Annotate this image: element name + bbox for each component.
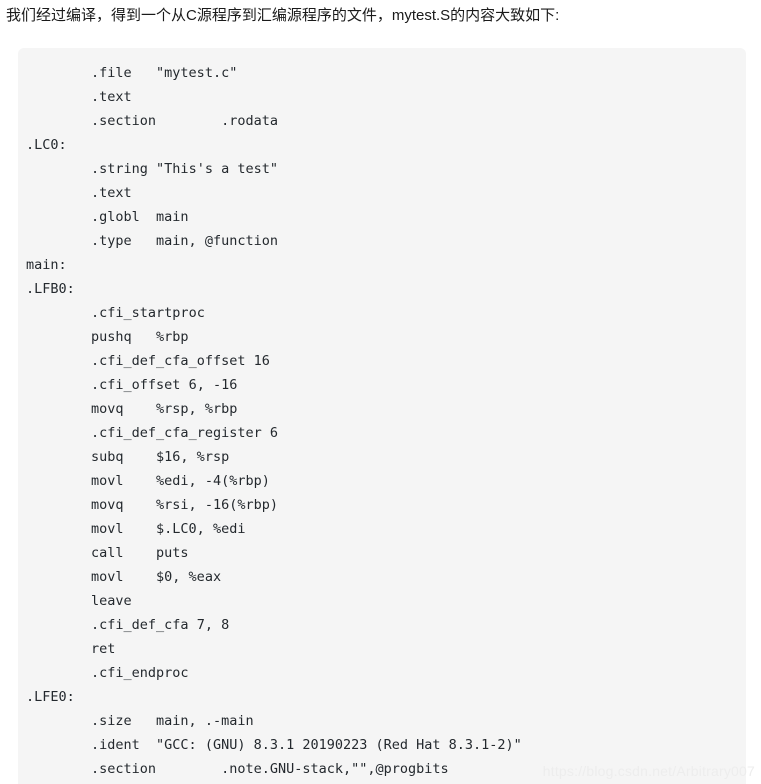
code-block: .file "mytest.c" .text .section .rodata … (18, 48, 746, 784)
assembly-code-content: .file "mytest.c" .text .section .rodata … (26, 65, 522, 777)
code-scroll-area[interactable]: .file "mytest.c" .text .section .rodata … (18, 48, 746, 784)
intro-paragraph: 我们经过编译，得到一个从C源程序到汇编源程序的文件，mytest.S的内容大致如… (6, 7, 560, 24)
